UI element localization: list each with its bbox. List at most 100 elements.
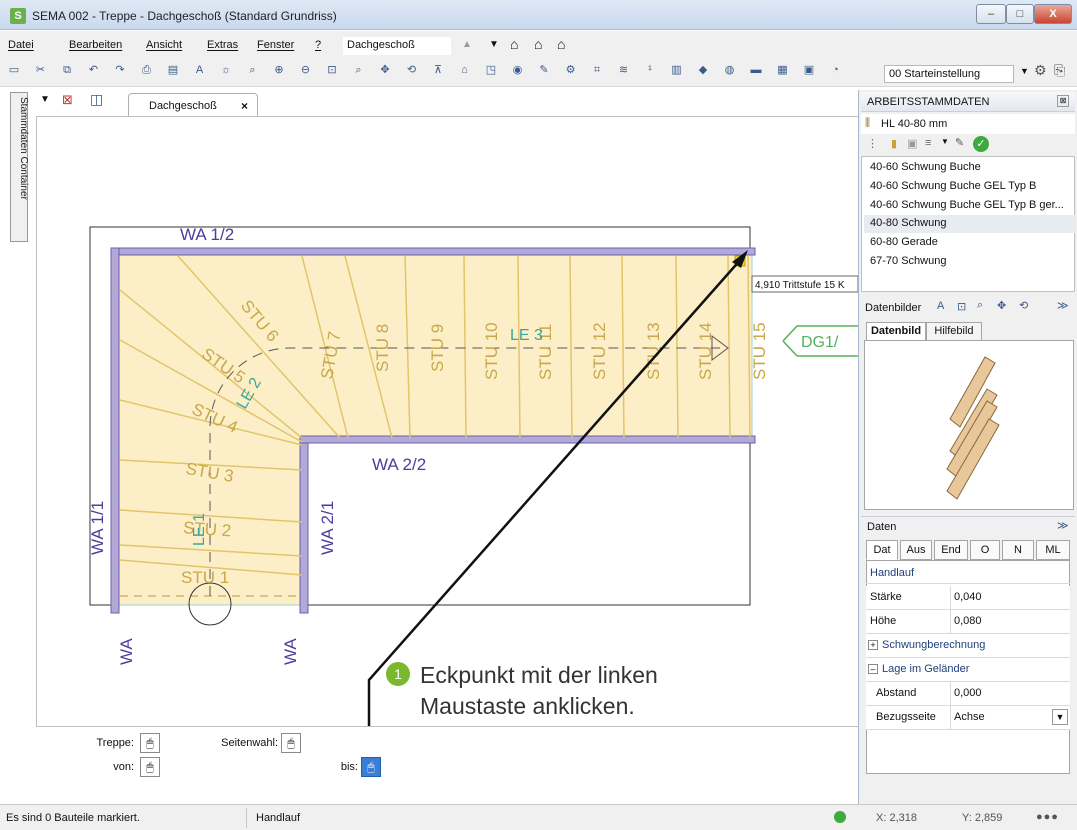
preview-image (864, 340, 1074, 510)
wall-label-left: WA 1/1 (88, 501, 107, 555)
stair-body (114, 253, 753, 606)
tab-aus[interactable]: Aus (900, 540, 932, 560)
pan-icon[interactable]: ✥ (997, 299, 1006, 312)
list-item[interactable]: 60-80 Gerade (864, 234, 1076, 252)
tab-o[interactable]: O (970, 540, 1000, 560)
group-schwung: Schwungberechnung (882, 639, 986, 651)
datenbilder-label: Datenbilder (865, 302, 922, 314)
wall-top (110, 247, 756, 256)
x-coordinate: X: 2,318 (876, 812, 917, 824)
current-item-row: ⫼ HL 40-80 mm (861, 114, 1075, 134)
tab-datenbild[interactable]: Datenbild (866, 322, 926, 341)
property-value[interactable]: Achse (954, 711, 985, 723)
zoom-icon[interactable]: ⌕ (977, 299, 983, 312)
save-icon[interactable]: ▣ (907, 137, 917, 150)
minimize-button[interactable]: – (976, 4, 1006, 24)
list-item-selected[interactable]: 40-80 Schwung (864, 215, 1076, 233)
wall-label-inner-horizontal: WA 2/2 (372, 455, 426, 474)
step-label-14: STU 14 (696, 322, 715, 380)
status-dots-icon: ●●● (1036, 811, 1059, 823)
divider (950, 682, 951, 706)
property-value[interactable]: 0,000 (954, 687, 982, 699)
daten-collapse-icon[interactable]: ≫ (1057, 519, 1069, 532)
von-pick-button[interactable]: 🖱 (140, 757, 160, 777)
property-row[interactable]: Höhe 0,080 (866, 610, 1070, 634)
list-item[interactable]: 67-70 Schwung (864, 253, 1076, 271)
wall-left (110, 247, 120, 614)
property-row[interactable]: Abstand 0,000 (866, 682, 1070, 706)
wall-label-top: WA 1/2 (180, 225, 234, 244)
list-dropdown-icon[interactable]: ▼ (941, 137, 949, 146)
property-name: Höhe (870, 615, 897, 627)
step-label-10: STU 10 (482, 322, 501, 380)
tooltip-text: 4,910 Trittstufe 15 K (755, 280, 845, 291)
zoom-window-icon[interactable]: ⊡ (957, 300, 966, 313)
callout-text: Eckpunkt mit der linken Maustaste anklic… (420, 662, 658, 719)
stair-fill (114, 253, 753, 606)
preset-select[interactable]: 00 Starteinstellung (884, 65, 1014, 83)
panel-header: ARBEITSSTAMMDATEN ⊠ (861, 92, 1075, 112)
tab-hilfebild[interactable]: Hilfebild (926, 322, 982, 341)
seitenwahl-label: Seitenwahl: (221, 737, 278, 749)
floor-plan[interactable]: WA 1/2 WA 2/2 WA 1/1 WA 2/1 WA WA STU 1 … (0, 0, 858, 726)
list-item[interactable]: 40-60 Schwung Buche GEL Typ B (864, 178, 1076, 196)
section-handlauf-row: Handlauf (866, 562, 1070, 584)
property-value[interactable]: 0,040 (954, 591, 982, 603)
close-button[interactable]: X (1034, 4, 1072, 24)
wall-label-inner-vertical: WA 2/1 (318, 501, 337, 555)
status-mode: Handlauf (256, 812, 301, 824)
divider (950, 610, 951, 634)
tab-n[interactable]: N (1002, 540, 1034, 560)
collapse-group-icon[interactable]: – (868, 664, 878, 674)
collapse-icon[interactable]: ≫ (1057, 299, 1069, 312)
list-item[interactable]: 40-60 Schwung Buche (864, 159, 1076, 177)
step-label-9: STU 9 (428, 324, 447, 372)
run-label-3: LE 3 (510, 327, 543, 344)
callout-number: 1 (386, 662, 410, 686)
property-name: Stärke (870, 591, 902, 603)
step-label-8: STU 8 (373, 324, 392, 372)
rotate-icon[interactable]: ⟲ (1019, 299, 1028, 312)
handrail-icon: ⫼ (865, 117, 871, 129)
divider (950, 706, 951, 730)
tab-end[interactable]: End (934, 540, 968, 560)
property-row[interactable]: Bezugsseite Achse ▼ (866, 706, 1070, 730)
export-icon[interactable]: ⎘ (1054, 62, 1065, 79)
maximize-button[interactable]: □ (1006, 4, 1034, 24)
property-row[interactable]: Stärke 0,040 (866, 586, 1070, 610)
divider (950, 586, 951, 610)
tab-dat[interactable]: Dat (866, 540, 898, 560)
wall-inner-horizontal (299, 435, 756, 444)
daten-header: Daten ≫ (861, 516, 1075, 536)
von-label: von: (113, 761, 134, 773)
bis-pick-button[interactable]: 🖱 (361, 757, 381, 777)
group-lage: Lage im Geländer (882, 663, 970, 675)
daten-label: Daten (867, 521, 897, 533)
group-schwung-row[interactable]: + Schwungberechnung (866, 634, 1070, 658)
step-label-1: STU 1 (181, 568, 229, 587)
panel-close-icon[interactable]: ⊠ (1057, 95, 1069, 107)
status-ok-icon (834, 811, 846, 823)
list-icon[interactable]: ≡ (925, 137, 931, 149)
edit-icon[interactable]: ▮ (891, 137, 897, 150)
current-item-label: HL 40-80 mm (881, 118, 948, 130)
pick-icon[interactable]: ✎ (955, 136, 964, 149)
expand-icon[interactable]: + (868, 640, 878, 650)
property-name: Bezugsseite (876, 711, 936, 723)
manage-icon[interactable]: ⚙ (1034, 62, 1047, 79)
list-item[interactable]: 40-60 Schwung Buche GEL Typ B ger... (864, 197, 1076, 215)
property-value[interactable]: 0,080 (954, 615, 982, 627)
panel-toolbar: ⋮ ▮ ▣ ≡ ▼ ✎ ✓ (861, 134, 1075, 156)
group-lage-row[interactable]: – Lage im Geländer (866, 658, 1070, 682)
preset-dropdown-icon[interactable]: ▼ (1020, 66, 1029, 76)
bezugsseite-dropdown-icon[interactable]: ▼ (1052, 709, 1068, 725)
datenbilder-header: Datenbilder A ⊡ ⌕ ✥ ⟲ ≫ (861, 296, 1075, 320)
text-icon[interactable]: A (937, 300, 944, 312)
tree-icon[interactable]: ⋮ (867, 137, 878, 150)
seitenwahl-pick-button[interactable]: 🖱 (281, 733, 301, 753)
confirm-icon[interactable]: ✓ (973, 136, 989, 152)
run-label-1: LE 1 (191, 513, 208, 546)
tab-ml[interactable]: ML (1036, 540, 1070, 560)
treppe-pick-button[interactable]: 🖱 (140, 733, 160, 753)
property-name: Abstand (876, 687, 917, 699)
